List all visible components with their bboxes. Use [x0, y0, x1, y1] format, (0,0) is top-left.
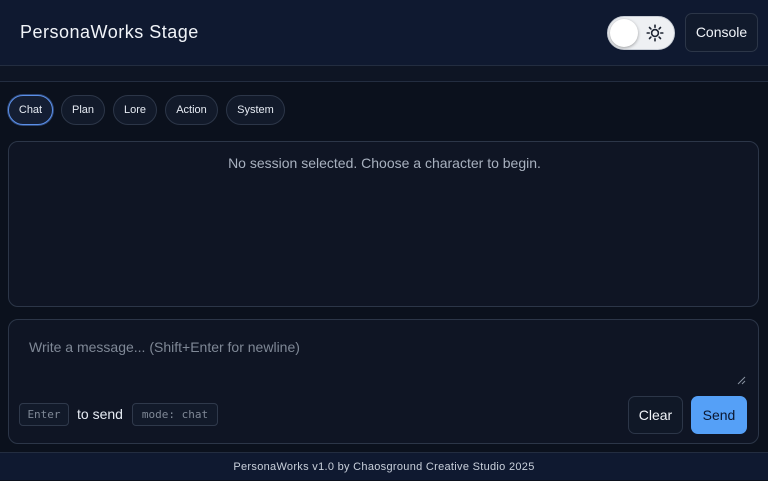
theme-toggle[interactable]	[607, 16, 675, 50]
footer-credits: PersonaWorks v1.0 by Chaosground Creativ…	[0, 452, 768, 480]
tab-action[interactable]: Action	[165, 95, 218, 125]
message-input[interactable]	[19, 330, 747, 388]
chat-log-panel: No session selected. Choose a character …	[8, 141, 759, 307]
resize-grip-icon[interactable]	[737, 376, 746, 385]
sub-header-bar	[0, 66, 768, 82]
tab-plan[interactable]: Plan	[61, 95, 105, 125]
sun-icon	[646, 24, 664, 42]
send-hint-text: to send	[77, 406, 123, 422]
app-title: PersonaWorks Stage	[20, 22, 199, 42]
send-button[interactable]: Send	[691, 396, 747, 434]
tab-lore[interactable]: Lore	[113, 95, 157, 125]
console-button[interactable]: Console	[685, 13, 758, 52]
empty-state-message: No session selected. Choose a character …	[228, 155, 541, 171]
tab-chat[interactable]: Chat	[8, 95, 53, 125]
message-composer: Enter to send mode: chat Clear Send	[8, 319, 759, 444]
app-header: PersonaWorks Stage Console	[0, 0, 768, 66]
toggle-knob	[610, 19, 638, 47]
enter-key-hint: Enter	[19, 403, 69, 426]
clear-button[interactable]: Clear	[628, 396, 683, 434]
tab-system[interactable]: System	[226, 95, 285, 125]
mode-indicator: mode: chat	[132, 403, 218, 426]
